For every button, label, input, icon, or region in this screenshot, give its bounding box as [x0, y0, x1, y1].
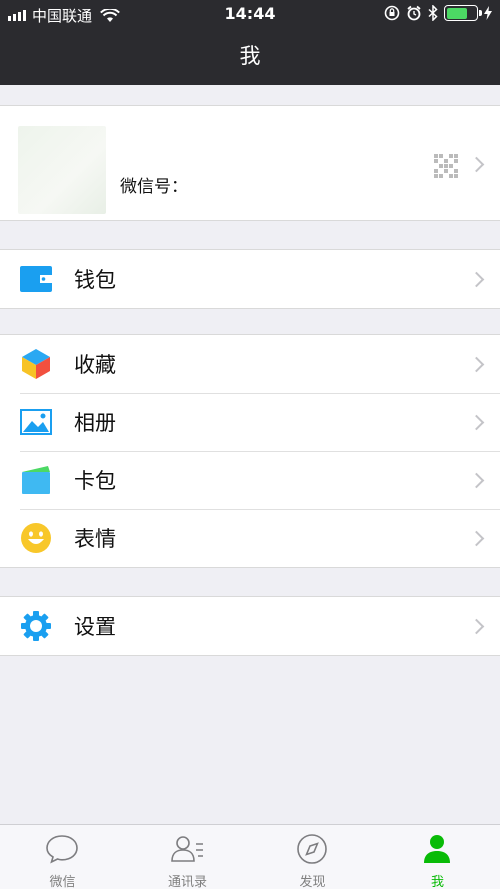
battery-icon: [444, 5, 482, 21]
menu-item-stickers[interactable]: 表情: [0, 509, 500, 567]
tab-bar: 微信 通讯录 发现 我: [0, 824, 500, 889]
tab-label-discover: 发现: [299, 875, 326, 889]
chevron-right-icon: [468, 472, 485, 488]
chevron-right-icon: [468, 414, 485, 430]
chevron-right-icon: [468, 618, 485, 634]
menu-label-stickers: 表情: [74, 527, 116, 551]
contacts-icon: [171, 836, 203, 862]
menu-item-wallet[interactable]: 钱包: [0, 250, 500, 308]
tab-label-chats: 微信: [49, 875, 76, 889]
menu-label-album: 相册: [74, 411, 116, 435]
gear-icon: [20, 610, 52, 642]
bluetooth-icon: [428, 5, 438, 21]
menu-label-settings: 设置: [74, 615, 116, 639]
settings-section: 设置: [0, 596, 500, 656]
avatar[interactable]: [18, 126, 106, 214]
chevron-right-icon: [468, 271, 485, 287]
charging-icon: [484, 6, 492, 20]
status-right: [384, 5, 492, 21]
tab-label-contacts: 通讯录: [167, 875, 207, 889]
status-bar: 中国联通 14:44: [0, 0, 500, 28]
top-bar: 中国联通 14:44 我: [0, 0, 500, 85]
album-picture-icon: [20, 406, 52, 438]
menu-label-cards: 卡包: [74, 469, 116, 493]
compass-icon: [297, 834, 327, 864]
alarm-icon: [407, 5, 421, 21]
me-person-icon: [424, 835, 450, 863]
tab-discover[interactable]: 发现: [250, 825, 375, 889]
menu-item-settings[interactable]: 设置: [0, 597, 500, 655]
page-title: 我: [239, 44, 261, 68]
cube-favorites-icon: [20, 348, 52, 380]
tab-label-me: 我: [430, 875, 444, 889]
tab-chats[interactable]: 微信: [0, 825, 125, 889]
chevron-right-icon: [468, 356, 485, 372]
chevron-right-icon: [468, 530, 485, 546]
card-wallet-icon: [20, 464, 52, 496]
wechat-id-label: 微信号：: [120, 177, 188, 197]
wechat-id: 微信号：: [120, 172, 188, 197]
tab-contacts[interactable]: 通讯录: [125, 825, 250, 889]
chevron-right-icon: [468, 156, 485, 173]
profile-card[interactable]: 微信号：: [0, 105, 500, 221]
wallet-icon: [20, 263, 52, 295]
wallet-section: 钱包: [0, 249, 500, 309]
features-section: 收藏 相册 卡包 表情: [0, 334, 500, 568]
chat-bubble-icon: [46, 835, 78, 864]
rotation-lock-icon: [384, 5, 400, 21]
menu-label-favorites: 收藏: [74, 353, 116, 377]
menu-item-favorites[interactable]: 收藏: [0, 335, 500, 393]
qr-code-icon[interactable]: [434, 154, 458, 178]
menu-item-cards[interactable]: 卡包: [0, 451, 500, 509]
tab-me[interactable]: 我: [375, 825, 500, 889]
menu-item-album[interactable]: 相册: [0, 393, 500, 451]
menu-label-wallet: 钱包: [74, 268, 116, 292]
smiley-sticker-icon: [20, 522, 52, 554]
